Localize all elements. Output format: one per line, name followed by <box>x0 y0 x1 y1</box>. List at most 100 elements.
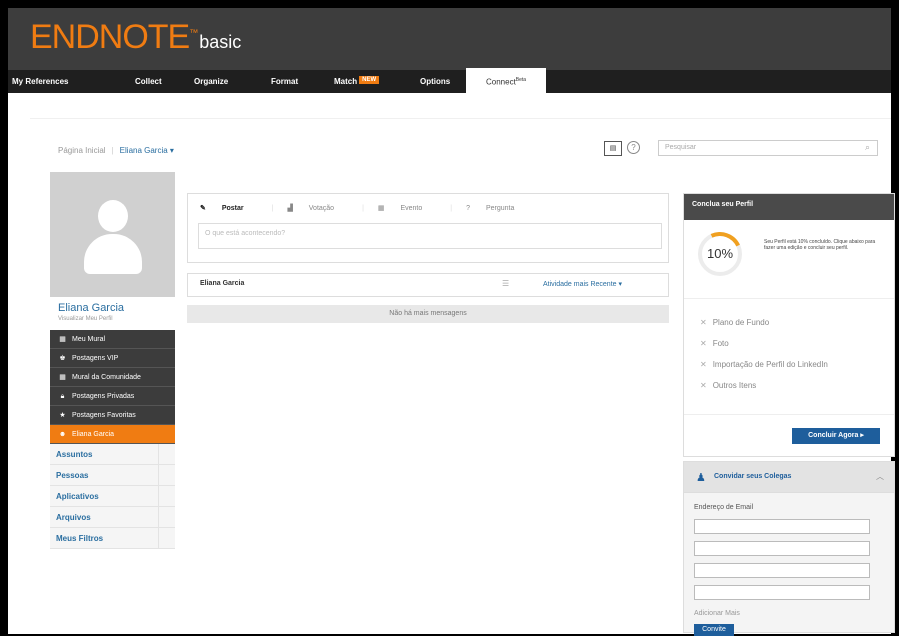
empty-feed-message: Não há mais mensagens <box>187 305 669 323</box>
sidebar-item-user[interactable]: ☻ Eliana Garcia <box>50 425 175 444</box>
email-field[interactable] <box>694 519 870 534</box>
question-icon: ? <box>466 205 472 212</box>
task-item[interactable]: ✕ Outros Itens <box>700 381 828 402</box>
tab-divider: | <box>362 205 364 212</box>
tab-event-label: Evento <box>400 205 423 212</box>
tab-my-references[interactable]: My References <box>12 70 68 93</box>
calendar-icon: ▦ <box>377 205 387 212</box>
post-composer: ✎ Postar | ▟ Votação | ▦ Evento |? Pergunta O… <box>187 193 669 263</box>
beta-badge: Beta <box>515 77 527 83</box>
list-icon[interactable]: ☰ <box>502 279 509 288</box>
add-more-link[interactable]: Adicionar Mais <box>694 610 740 617</box>
tab-divider: | <box>450 205 453 212</box>
tab-poll-label: Votação <box>308 205 335 212</box>
profile-name[interactable]: Eliana Garcia <box>58 302 124 314</box>
x-icon: ✕ <box>700 360 707 369</box>
divider <box>684 298 894 299</box>
tab-organize[interactable]: Organize <box>194 70 228 93</box>
tab-format[interactable]: Format <box>271 70 298 93</box>
endnote-logo[interactable]: ENDNOTE™ basic <box>30 18 241 57</box>
post-input[interactable]: O que está acontecendo? <box>198 223 662 249</box>
email-field[interactable] <box>694 541 870 556</box>
sidebar-item-label: Meu Mural <box>72 336 106 343</box>
pencil-icon: ✎ <box>200 205 208 212</box>
sidebar: ▦ Meu Mural ♚ Postagens VIP ▦ Mural da Comu… <box>50 330 175 549</box>
invite-button[interactable]: Convite <box>694 624 734 636</box>
logo-trademark: ™ <box>189 27 198 38</box>
feed-view-icon[interactable]: ▤ <box>604 141 622 156</box>
tab-collect[interactable]: Collect <box>135 70 162 93</box>
email-label: Endereço de Email <box>694 504 754 511</box>
new-badge: NEW <box>359 76 380 84</box>
person-add-icon: ♟ <box>696 472 706 484</box>
tab-event[interactable]: ▦ Evento <box>378 205 436 212</box>
tab-poll[interactable]: ▟ Votação <box>287 205 348 212</box>
task-label: Plano de Fundo <box>712 318 770 327</box>
tab-match-label: Match <box>334 77 358 86</box>
chevron-up-icon[interactable]: ︿ <box>876 471 884 482</box>
composer-tabs: ✎ Postar | ▟ Votação | ▦ Evento |? Pergunta <box>200 204 542 212</box>
view-profile-link[interactable]: Visualizar Meu Perfil <box>58 316 113 322</box>
avatar-head-shape <box>98 200 128 232</box>
avatar-body-shape <box>84 234 142 274</box>
sidebar-item-label: Postagens Favoritas <box>72 412 136 419</box>
task-label: Foto <box>712 339 729 348</box>
tab-divider: | <box>271 205 274 212</box>
x-icon: ✕ <box>700 339 707 348</box>
logo-text: ENDNOTE <box>30 18 190 56</box>
task-item[interactable]: ✕ Foto <box>700 339 828 360</box>
search-input[interactable]: Pesquisar <box>658 140 878 156</box>
complete-now-button[interactable]: Concluir Agora ▸ <box>792 428 880 444</box>
x-icon: ✕ <box>700 381 707 390</box>
sidebar-category-apps[interactable]: Aplicativos <box>50 486 175 507</box>
lock-icon: 🔒︎ <box>60 393 65 400</box>
tab-match[interactable]: Match NEW <box>334 70 380 93</box>
email-field[interactable] <box>694 585 870 600</box>
sidebar-item-community-wall[interactable]: ▦ Mural da Comunidade <box>50 368 175 387</box>
tab-question-label: Pergunta <box>485 205 515 212</box>
tab-connect[interactable]: ConnectBeta <box>466 68 547 93</box>
tab-post[interactable]: ✎ Postar <box>200 205 258 212</box>
feed-sort-dropdown[interactable]: Atividade mais Recente ▾ <box>543 280 622 288</box>
sidebar-item-vip-posts[interactable]: ♚ Postagens VIP <box>50 349 175 368</box>
sidebar-item-my-wall[interactable]: ▦ Meu Mural <box>50 330 175 349</box>
breadcrumb-home[interactable]: Página Inicial <box>58 146 106 155</box>
invite-title: Convidar seus Colegas <box>714 473 792 480</box>
search-icon[interactable]: ⌕ <box>865 142 870 153</box>
sidebar-item-private-posts[interactable]: 🔒︎ Postagens Privadas <box>50 387 175 406</box>
task-item[interactable]: ✕ Importação de Perfil do LinkedIn <box>700 360 828 381</box>
breadcrumb-user-menu[interactable]: Eliana Garcia ▾ <box>120 146 174 155</box>
sidebar-category-filters[interactable]: Meus Filtros <box>50 528 175 549</box>
sidebar-item-label: Postagens Privadas <box>72 393 135 400</box>
breadcrumb-separator: | <box>111 146 114 155</box>
complete-profile-card: Conclua seu Perfil 10% Seu Perfil está 1… <box>683 193 895 457</box>
divider <box>684 414 894 415</box>
tab-question[interactable]: ? Pergunta <box>466 205 528 212</box>
task-item[interactable]: ✕ Plano de Fundo <box>700 318 828 339</box>
vip-icon: ♚ <box>59 355 66 362</box>
feed-user-name[interactable]: Eliana Garcia <box>200 280 244 287</box>
progress-description: Seu Perfil está 10% concluído. Clique ab… <box>764 239 876 251</box>
breadcrumb: Página Inicial | Eliana Garcia ▾ <box>58 146 174 155</box>
feed-header: Eliana Garcia ☰ Atividade mais Recente ▾ <box>187 273 669 297</box>
profile-tasks: ✕ Plano de Fundo ✕ Foto ✕ Importação de Per… <box>700 318 828 402</box>
email-field[interactable] <box>694 563 870 578</box>
sidebar-category-people[interactable]: Pessoas <box>50 465 175 486</box>
sidebar-item-label: Postagens VIP <box>72 355 119 362</box>
invite-colleagues-card: ♟ Convidar seus Colegas ︿ Endereço de Em… <box>683 461 895 636</box>
sidebar-item-label: Eliana Garcia <box>72 431 115 438</box>
progress-percent: 10% <box>706 246 734 261</box>
logo-edition: basic <box>199 32 242 52</box>
star-icon: ★ <box>59 412 66 419</box>
task-label: Outros Itens <box>712 381 757 390</box>
tab-connect-label: Connect <box>486 77 516 87</box>
tab-options[interactable]: Options <box>420 70 450 93</box>
task-label: Importação de Perfil do LinkedIn <box>712 360 828 369</box>
sidebar-item-favorite-posts[interactable]: ★ Postagens Favoritas <box>50 406 175 425</box>
tab-post-label: Postar <box>221 205 244 212</box>
sidebar-category-subjects[interactable]: Assuntos <box>50 444 175 465</box>
sidebar-category-files[interactable]: Arquivos <box>50 507 175 528</box>
avatar[interactable] <box>50 172 175 297</box>
help-icon[interactable]: ? <box>627 141 640 154</box>
app-header: ENDNOTE™ basic My References Collect Orga… <box>8 8 891 93</box>
